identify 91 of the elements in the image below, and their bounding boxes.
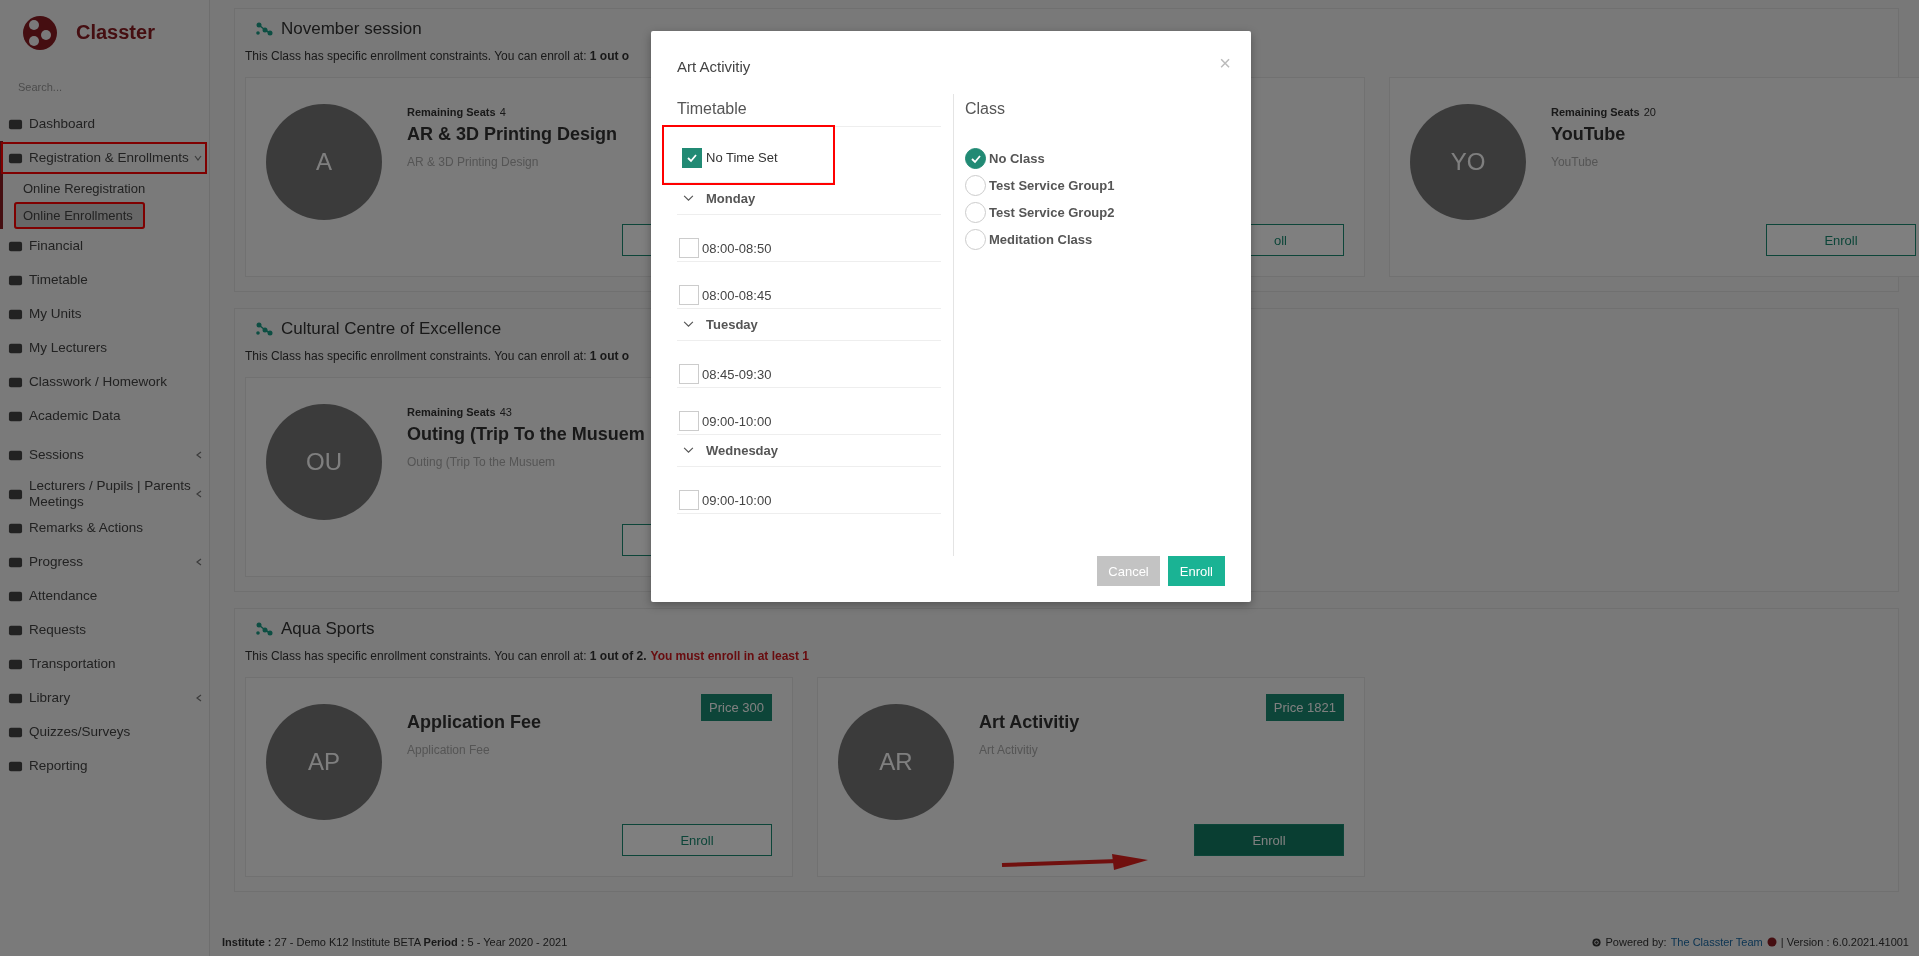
sidebar-item[interactable]: Registration & Enrollments [0,141,208,175]
copyright-icon [1592,937,1602,947]
seats-count: 43 [499,406,512,418]
sidebar-item[interactable]: Quizzes/Surveys [0,715,209,749]
course-title: AR & 3D Printing Design [407,124,617,145]
logo-icon [1766,937,1777,947]
avatar: YO [1410,104,1526,220]
team-link[interactable]: The Classter Team [1670,936,1763,948]
column-heading: Class [965,99,1006,119]
sidebar-item[interactable]: Reporting [0,749,209,783]
class-option-label: Meditation Class [989,232,1093,247]
version-text: | Version : 6.0.2021.41001 [1780,936,1909,948]
sidebar-item[interactable]: Remarks & Actions [0,511,209,545]
powered-by-text: Powered by: [1605,936,1667,948]
price-badge: Price 1821 [1265,694,1344,721]
sidebar-item[interactable]: Sessions [0,433,209,477]
institute-info: Institute : 27 - Demo K12 Institute BETA Period : 5 - Year 2020 - 2021 [222,936,568,948]
enroll-button[interactable]: Enroll [622,824,772,856]
radio-button[interactable] [965,148,986,169]
sidebar-item[interactable]: Transportation [0,647,209,681]
seats-label: Remaining Seats [1551,106,1640,118]
sidebar-item[interactable]: Lecturers / Pupils | Parents Meetings [0,477,209,511]
chevron-icon [195,694,203,702]
molecule-icon [255,321,273,337]
constraint-text: This Class has specific enrollment constraints. You can enroll at: 1 out o [245,349,630,363]
checkbox[interactable] [679,238,699,258]
constraint-text: This Class has specific enrollment constraints. You can enroll at: 1 out o [245,49,630,63]
sidebar-item[interactable]: Academic Data [0,399,209,433]
sidebar-item[interactable]: My Lecturers [0,331,209,365]
constraint-text: This Class has specific enrollment constraints. You can enroll at: 1 out of 2. [245,649,647,663]
no-time-option[interactable]: No Time Set [664,127,833,183]
section-title: Cultural Centre of Excellence [281,319,502,339]
course-title: YouTube [1551,124,1627,145]
sidebar-item[interactable]: Requests [0,613,209,647]
chevron-icon [194,154,202,162]
section-title: Aqua Sports [281,619,375,639]
checkbox[interactable] [679,364,699,384]
chevron-icon [195,558,203,566]
class-option-label: Test Service Group1 [989,178,1115,193]
sidebar-item[interactable]: Attendance [0,579,209,613]
course-title: Outing (Trip To the Musuem [407,424,645,445]
checkbox[interactable] [682,147,702,168]
enroll-button[interactable]: Enroll [1766,224,1916,256]
sidebar-item[interactable]: Progress [0,545,209,579]
dialog-title: Art Activitiy [677,58,751,75]
price-badge: Price 300 [701,694,772,721]
day-header[interactable]: Tuesday [677,309,941,341]
chevron-icon [683,447,694,454]
chevron-icon [195,490,203,498]
column-heading: Timetable [677,94,941,127]
sidebar-item[interactable]: Timetable [0,263,209,297]
class-option-label: No Class [989,151,1045,166]
class-option-label: Test Service Group2 [989,205,1115,220]
sidebar-item[interactable]: Library [0,681,209,715]
warning-text: You must enroll in at least 1 [650,649,809,663]
checkbox[interactable] [679,411,699,431]
sidebar-subitem[interactable]: Online Reregistration [3,175,205,202]
sidebar-item[interactable]: Financial [0,229,209,263]
avatar: OU [266,404,382,520]
molecule-icon [255,21,273,37]
close-button[interactable]: × [1219,53,1231,73]
sidebar-subitem[interactable]: Online Enrollments [14,202,145,229]
course-title: Application Fee [407,712,541,733]
checkbox[interactable] [679,490,699,510]
sidebar-item[interactable]: My Units [0,297,209,331]
chevron-icon [683,195,694,202]
chevron-icon [683,321,694,328]
molecule-icon [255,621,273,637]
enroll-button[interactable]: Enroll [1167,556,1225,586]
time-slot-label: 09:00-10:00 [702,493,772,510]
time-slot-label: 08:45-09:30 [702,367,772,384]
chevron-icon [195,451,203,459]
seats-count: 4 [499,106,506,118]
section-title: November session [281,19,422,39]
seats-label: Remaining Seats [407,406,496,418]
checkbox[interactable] [679,285,699,305]
course-title: Art Activitiy [979,712,1080,733]
avatar: AR [838,704,954,820]
enroll-button[interactable]: Enroll [1194,824,1344,856]
time-slot-label: 09:00-10:00 [702,414,772,431]
sidebar-item[interactable]: Dashboard [0,107,209,141]
time-slot-label: 08:00-08:50 [702,241,772,258]
avatar: A [266,104,382,220]
day-header[interactable]: Wednesday [677,435,941,467]
avatar: AP [266,704,382,820]
seats-count: 20 [1643,106,1656,118]
day-header[interactable]: Monday [677,183,941,215]
sidebar-item[interactable]: Classwork / Homework [0,365,209,399]
time-slot-label: 08:00-08:45 [702,288,772,305]
app-name: Classter [76,21,155,44]
seats-label: Remaining Seats [407,106,496,118]
